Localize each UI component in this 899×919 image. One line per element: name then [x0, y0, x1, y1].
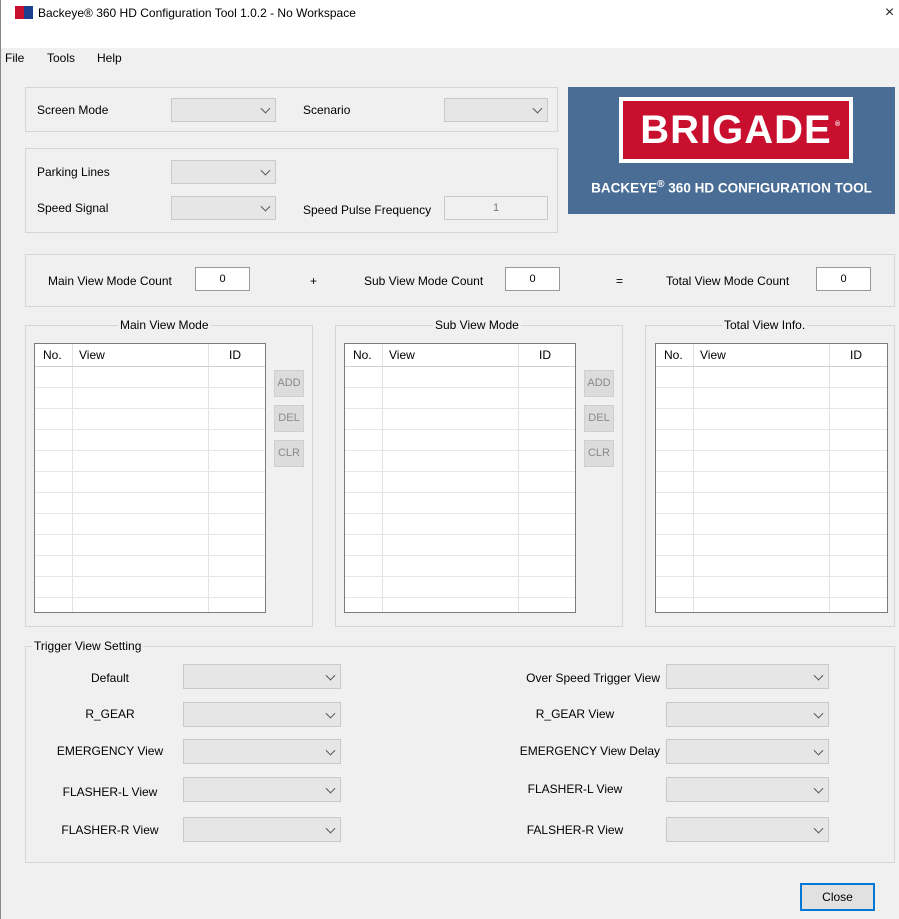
column-id: ID	[539, 348, 551, 362]
chevron-down-icon	[813, 745, 824, 756]
sub-add-button[interactable]: ADD	[584, 370, 614, 397]
column-view: View	[700, 348, 726, 362]
parking-lines-select[interactable]	[171, 160, 276, 184]
main-del-button[interactable]: DEL	[274, 405, 304, 432]
window-border	[0, 48, 1, 919]
chevron-down-icon	[260, 201, 271, 212]
speed-signal-label: Speed Signal	[37, 201, 109, 215]
main-count-field: 0	[195, 267, 250, 291]
close-icon[interactable]: ×	[880, 2, 899, 24]
total-view-table[interactable]: No. View ID	[655, 343, 888, 613]
chevron-down-icon	[260, 165, 271, 176]
chevron-down-icon	[260, 103, 271, 114]
main-count-label: Main View Mode Count	[48, 274, 172, 288]
column-id: ID	[850, 348, 862, 362]
sub-view-table[interactable]: No. View ID	[344, 343, 576, 613]
flasher-l-view-right-label: FLASHER-L View	[527, 782, 623, 796]
falsher-r-view-label: FALSHER-R View	[526, 823, 624, 837]
speed-pulse-field[interactable]: 1	[444, 196, 548, 220]
main-clr-button[interactable]: CLR	[274, 440, 304, 467]
parking-lines-label: Parking Lines	[37, 165, 110, 179]
flasher-r-view-label: FLASHER-R View	[61, 823, 159, 837]
column-id: ID	[229, 348, 241, 362]
default-select[interactable]	[183, 664, 341, 689]
column-view: View	[79, 348, 105, 362]
emergency-view-delay-label: EMERGENCY View Delay	[519, 744, 660, 758]
chevron-down-icon	[813, 670, 824, 681]
trigger-title: Trigger View Setting	[32, 639, 144, 653]
menu-tools[interactable]: Tools	[47, 51, 75, 65]
r-gear-label: R_GEAR	[85, 707, 135, 721]
sub-del-button[interactable]: DEL	[584, 405, 614, 432]
total-count-label: Total View Mode Count	[666, 274, 790, 288]
chevron-down-icon	[325, 670, 336, 681]
r-gear-view-label: R_GEAR View	[535, 707, 615, 721]
logo-subtitle: BACKEYE® 360 HD CONFIGURATION TOOL	[591, 179, 872, 196]
chevron-down-icon	[325, 783, 336, 794]
scenario-select[interactable]	[444, 98, 548, 122]
over-speed-trigger-label: Over Speed Trigger View	[526, 671, 660, 685]
chevron-down-icon	[813, 823, 824, 834]
chevron-down-icon	[813, 708, 824, 719]
emergency-view-label: EMERGENCY View	[56, 744, 164, 758]
logo-registered: ®	[835, 121, 841, 128]
flasher-l-view-right-select[interactable]	[666, 777, 829, 802]
sub-view-title: Sub View Mode	[433, 318, 521, 332]
sub-count-label: Sub View Mode Count	[364, 274, 484, 288]
emergency-view-select[interactable]	[183, 739, 341, 764]
flasher-l-view-label: FLASHER-L View	[62, 785, 158, 799]
signal-group	[25, 148, 558, 233]
over-speed-trigger-select[interactable]	[666, 664, 829, 689]
chevron-down-icon	[813, 783, 824, 794]
column-no: No.	[43, 348, 62, 362]
r-gear-view-select[interactable]	[666, 702, 829, 727]
default-label: Default	[90, 671, 130, 685]
screen-mode-label: Screen Mode	[37, 103, 109, 117]
logo-brand: BRIGADE	[623, 101, 849, 159]
close-button[interactable]: Close	[800, 883, 875, 911]
flasher-l-view-select[interactable]	[183, 777, 341, 802]
window-title: Backeye® 360 HD Configuration Tool 1.0.2…	[38, 6, 356, 20]
menu-file[interactable]: File	[5, 51, 24, 65]
total-view-title: Total View Info.	[722, 318, 808, 332]
chevron-down-icon	[325, 823, 336, 834]
main-view-title: Main View Mode	[118, 318, 211, 332]
app-icon	[15, 6, 33, 19]
emergency-view-delay-select[interactable]	[666, 739, 829, 764]
sub-clr-button[interactable]: CLR	[584, 440, 614, 467]
sub-count-field: 0	[505, 267, 560, 291]
column-no: No.	[353, 348, 372, 362]
scenario-label: Scenario	[303, 103, 351, 117]
column-view: View	[389, 348, 415, 362]
plus-sign: +	[310, 274, 318, 288]
menu-bar	[0, 28, 899, 48]
chevron-down-icon	[325, 708, 336, 719]
speed-pulse-label: Speed Pulse Frequency	[303, 203, 432, 217]
main-add-button[interactable]: ADD	[274, 370, 304, 397]
equals-sign: =	[616, 274, 624, 288]
falsher-r-view-select[interactable]	[666, 817, 829, 842]
chevron-down-icon	[532, 103, 543, 114]
flasher-r-view-select[interactable]	[183, 817, 341, 842]
speed-signal-select[interactable]	[171, 196, 276, 220]
screen-mode-select[interactable]	[171, 98, 276, 122]
total-count-field: 0	[816, 267, 871, 291]
menu-help[interactable]: Help	[97, 51, 122, 65]
r-gear-select[interactable]	[183, 702, 341, 727]
chevron-down-icon	[325, 745, 336, 756]
main-view-table[interactable]: No. View ID	[34, 343, 266, 613]
column-no: No.	[664, 348, 683, 362]
